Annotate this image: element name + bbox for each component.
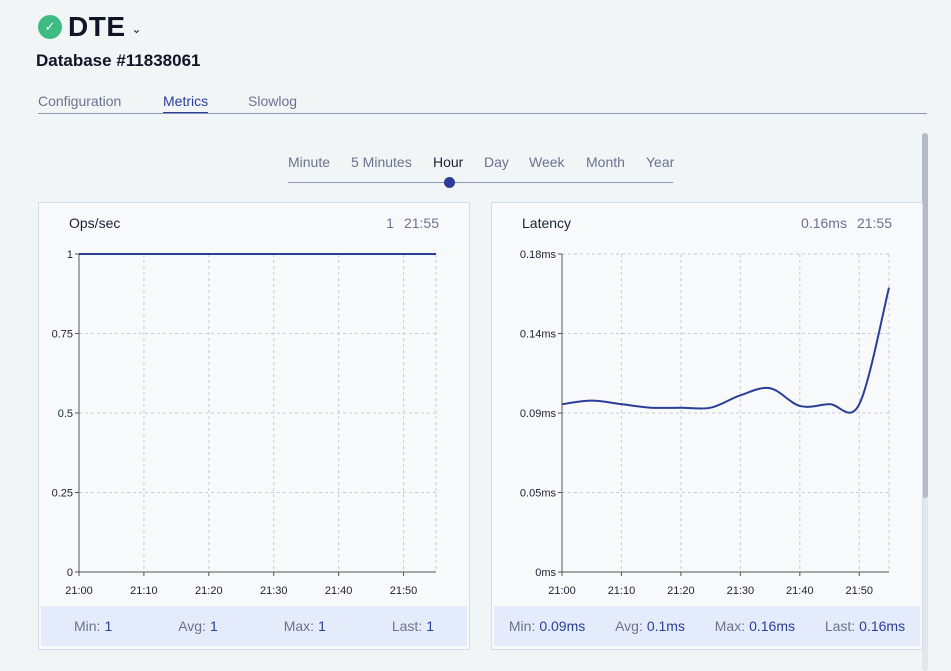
x-tick-label: 21:40 <box>325 585 353 597</box>
check-icon: ✓ <box>38 15 62 39</box>
x-tick-label: 21:30 <box>727 585 755 597</box>
range-track <box>288 182 673 183</box>
range-minute[interactable]: Minute <box>288 154 330 170</box>
y-tick-label: 0 <box>67 567 73 579</box>
y-tick-label: 0ms <box>535 567 556 579</box>
range-year[interactable]: Year <box>646 154 674 170</box>
y-tick-label: 0.09ms <box>520 408 557 420</box>
x-tick-label: 21:00 <box>65 585 93 597</box>
stat-min: Min: 1 <box>73 618 113 634</box>
x-tick-label: 21:20 <box>667 585 695 597</box>
x-tick-label: 21:50 <box>846 585 874 597</box>
y-tick-label: 0.25 <box>52 488 73 500</box>
x-tick-label: 21:00 <box>548 585 576 597</box>
x-tick-label: 21:50 <box>390 585 418 597</box>
y-tick-label: 0.5 <box>58 408 73 420</box>
stat-last: Last: 1 <box>391 618 434 634</box>
tab-metrics[interactable]: Metrics <box>163 93 209 113</box>
y-tick-label: 0.14ms <box>520 329 557 341</box>
chevron-down-icon[interactable]: ⌄ <box>132 22 142 36</box>
range-slider-knob[interactable] <box>444 177 455 188</box>
stat-avg: Avg: 1 <box>178 618 218 634</box>
app-title-row[interactable]: ✓ DTE ⌄ <box>38 11 142 42</box>
y-tick-label: 0.75 <box>52 329 73 341</box>
ops-sec-panel: Ops/sec 1 21:55 0 0.25 0.5 0.75 1 21:00 21:10 21… <box>38 202 470 650</box>
range-hour[interactable]: Hour <box>433 154 463 170</box>
x-tick-label: 21:20 <box>195 585 223 597</box>
tab-bar: Configuration Metrics Slowlog <box>38 92 927 114</box>
stat-max: Max: 0.16ms <box>714 618 796 634</box>
ops-sec-chart: 0 0.25 0.5 0.75 1 21:00 21:10 21:20 21:30 21:40 21… <box>52 249 437 597</box>
latency-panel: Latency 0.16ms 21:55 0ms 0.05ms 0.09ms 0.14m… <box>491 202 923 650</box>
range-day[interactable]: Day <box>484 154 509 170</box>
stats-bar: Min: 1 Avg: 1 Max: 1 Last: 1 <box>41 606 467 646</box>
range-5-minutes[interactable]: 5 Minutes <box>351 154 412 170</box>
range-week[interactable]: Week <box>529 154 565 170</box>
x-tick-label: 21:10 <box>608 585 636 597</box>
y-tick-label: 0.05ms <box>520 488 557 500</box>
header: ✓ DTE ⌄ <box>38 11 142 42</box>
tab-configuration[interactable]: Configuration <box>38 93 121 109</box>
x-tick-label: 21:30 <box>260 585 288 597</box>
stat-last: Last: 0.16ms <box>824 618 906 634</box>
stat-min: Min: 0.09ms <box>508 618 586 634</box>
stats-bar: Min: 0.09ms Avg: 0.1ms Max: 0.16ms Last: 0.1… <box>494 606 920 646</box>
range-month[interactable]: Month <box>586 154 625 170</box>
y-tick-label: 0.18ms <box>520 249 557 261</box>
time-range-selector: Minute 5 Minutes Hour Day Week Month Yea… <box>288 154 674 188</box>
database-name: Database #11838061 <box>36 51 201 70</box>
x-tick-label: 21:10 <box>130 585 158 597</box>
app-title: DTE <box>68 11 126 42</box>
series-line <box>561 287 890 414</box>
tab-slowlog[interactable]: Slowlog <box>248 93 297 109</box>
stat-avg: Avg: 0.1ms <box>615 618 685 634</box>
y-tick-label: 1 <box>67 249 73 261</box>
stat-max: Max: 1 <box>283 618 326 634</box>
latency-chart: 0ms 0.05ms 0.09ms 0.14ms 0.18ms 21:00 21:10 21:… <box>520 249 890 597</box>
x-tick-label: 21:40 <box>786 585 814 597</box>
